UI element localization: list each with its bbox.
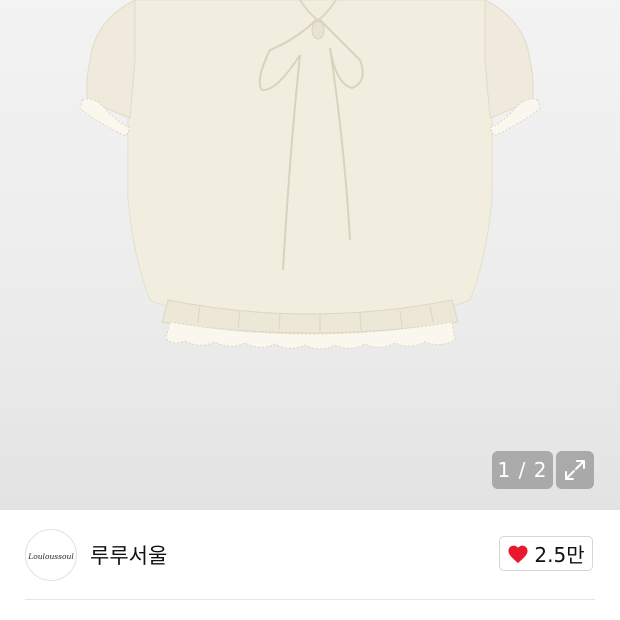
- divider: [25, 599, 595, 600]
- svg-text:Louloussoul: Louloussoul: [28, 552, 74, 561]
- heart-icon: [508, 545, 528, 563]
- product-image-gallery[interactable]: 1 / 2: [0, 0, 620, 510]
- like-button[interactable]: 2.5만: [499, 536, 593, 571]
- expand-image-button[interactable]: [556, 451, 594, 489]
- expand-arrows-icon: [565, 460, 585, 480]
- product-image: [79, 0, 541, 350]
- shop-info-row: Louloussoul 루루서울 2.5만: [0, 510, 620, 600]
- shop-logo[interactable]: Louloussoul: [25, 529, 77, 581]
- image-page-counter: 1 / 2: [492, 451, 553, 489]
- shop-logo-wordmark: Louloussoul: [28, 552, 74, 561]
- like-count: 2.5만: [534, 543, 585, 567]
- shop-name[interactable]: 루루서울: [90, 540, 167, 570]
